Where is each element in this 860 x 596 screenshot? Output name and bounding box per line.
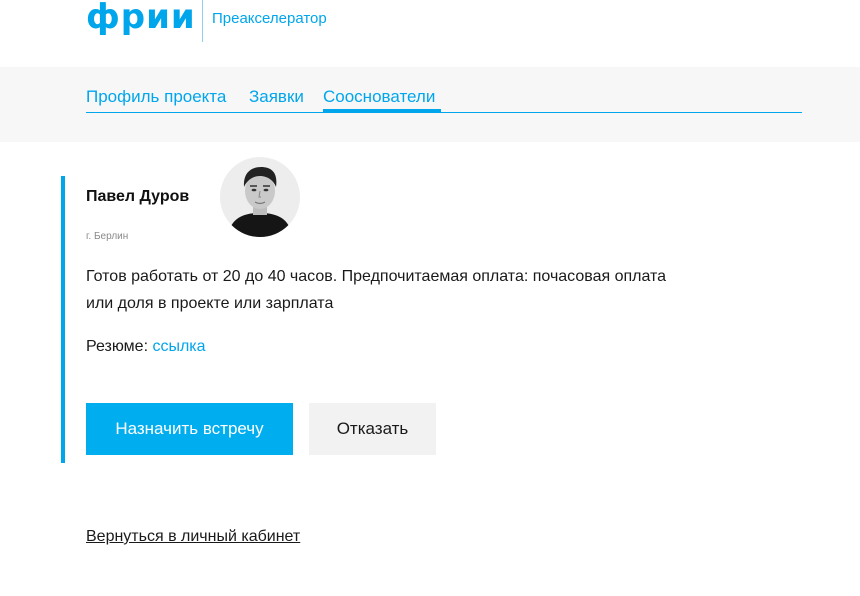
person-name: Павел Дуров xyxy=(86,188,190,205)
tabs-bar: Профиль проекта Заявки Сооснователи xyxy=(0,67,860,142)
resume-line: Резюме: ссылка xyxy=(86,338,206,356)
location-text: г. Берлин xyxy=(86,231,129,242)
header-subtitle: Преакселератор xyxy=(212,10,327,27)
availability-description: Готов работать от 20 до 40 часов. Предпо… xyxy=(86,268,667,312)
header-divider xyxy=(202,0,203,42)
back-to-account-link[interactable]: Вернуться в личный кабинет xyxy=(86,528,300,546)
tabs-underline xyxy=(86,112,802,113)
schedule-meeting-button[interactable]: Назначить встречу xyxy=(86,403,293,455)
resume-label: Резюме: xyxy=(86,338,149,355)
tab-active-indicator xyxy=(323,109,441,112)
avatar xyxy=(220,157,300,237)
avatar-photo-icon xyxy=(220,157,300,237)
resume-link[interactable]: ссылка xyxy=(152,338,205,355)
decline-button[interactable]: Отказать xyxy=(309,403,436,455)
tab-applications[interactable]: Заявки xyxy=(249,86,304,108)
card-accent-bar xyxy=(61,176,65,463)
tab-project-profile[interactable]: Профиль проекта xyxy=(86,86,226,108)
logo[interactable]: фрии xyxy=(86,0,196,38)
tab-cofounders[interactable]: Сооснователи xyxy=(323,86,435,108)
